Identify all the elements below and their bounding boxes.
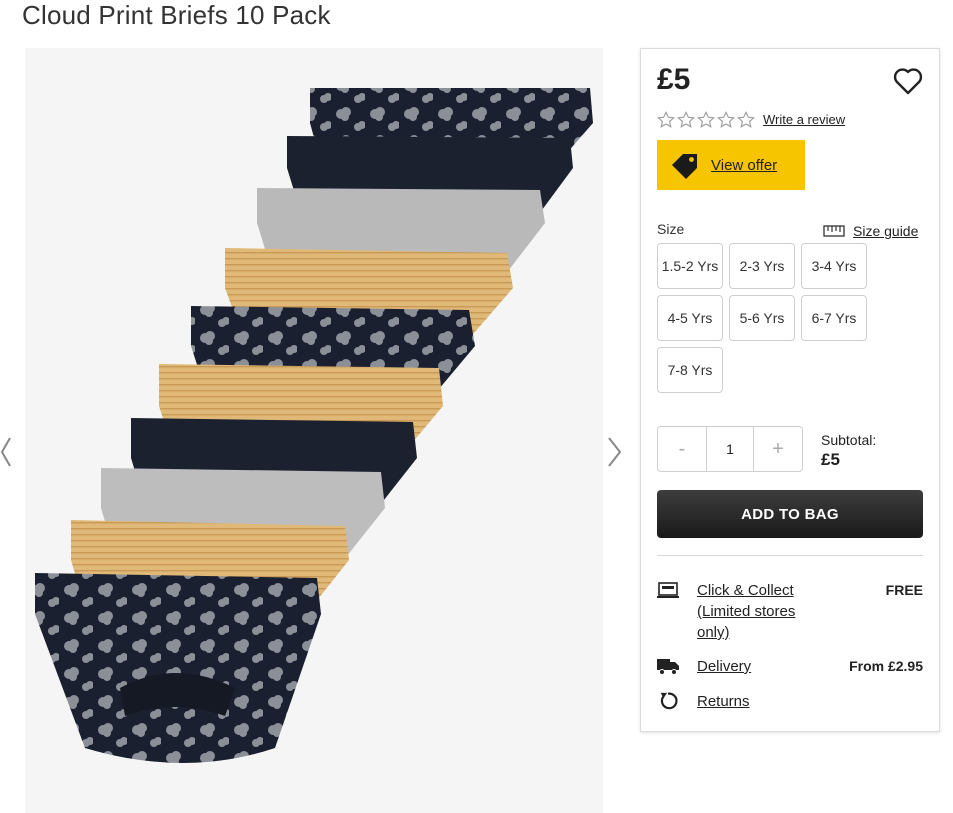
return-icon <box>660 692 678 710</box>
product-price: £5 <box>657 63 691 96</box>
size-option[interactable]: 3-4 Yrs <box>801 243 867 289</box>
product-image <box>25 48 603 813</box>
ruler-icon <box>823 225 845 237</box>
favourite-button[interactable] <box>893 67 923 95</box>
star-rating <box>657 111 755 129</box>
subtotal: Subtotal: £5 <box>821 430 876 470</box>
star-icon <box>717 111 735 128</box>
size-option[interactable]: 1.5-2 Yrs <box>657 243 723 289</box>
divider <box>657 555 923 556</box>
chevron-left-icon <box>0 437 11 467</box>
size-options: 1.5-2 Yrs 2-3 Yrs 3-4 Yrs 4-5 Yrs 5-6 Yr… <box>657 243 877 393</box>
size-option[interactable]: 4-5 Yrs <box>657 295 723 341</box>
size-guide-link[interactable]: Size guide <box>823 223 918 239</box>
purchase-panel: £5 Write a review View offer Size Size g… <box>640 48 940 732</box>
briefs-illustration <box>35 88 593 763</box>
star-icon <box>657 111 675 128</box>
returns-link[interactable]: Returns <box>697 691 750 712</box>
delivery-link[interactable]: Delivery <box>697 656 751 677</box>
delivery-row: Delivery From £2.95 <box>657 656 923 677</box>
chevron-right-icon <box>608 437 622 467</box>
previous-image-button[interactable] <box>0 435 12 469</box>
click-collect-link[interactable]: Click & Collect (Limited stores only) <box>697 580 817 643</box>
star-icon <box>697 111 715 128</box>
view-offer-button[interactable]: View offer <box>657 140 805 190</box>
click-collect-row: Click & Collect (Limited stores only) FR… <box>657 580 923 643</box>
subtotal-amount: £5 <box>821 450 840 469</box>
quantity-stepper: - 1 + <box>657 426 803 472</box>
store-icon <box>657 582 679 598</box>
size-option[interactable]: 6-7 Yrs <box>801 295 867 341</box>
quantity-increase-button[interactable]: + <box>754 427 802 471</box>
add-to-bag-button[interactable]: ADD TO BAG <box>657 490 923 538</box>
returns-row: Returns <box>657 691 923 712</box>
size-label: Size <box>657 221 685 237</box>
delivery-price: From £2.95 <box>849 658 923 674</box>
next-image-button[interactable] <box>604 435 624 469</box>
write-review-link[interactable]: Write a review <box>763 112 845 127</box>
product-title: Cloud Print Briefs 10 Pack <box>22 0 331 30</box>
tag-icon <box>672 154 697 179</box>
size-guide-label: Size guide <box>853 223 919 239</box>
view-offer-label: View offer <box>711 156 778 174</box>
subtotal-label: Subtotal: <box>821 432 877 448</box>
size-option[interactable]: 2-3 Yrs <box>729 243 795 289</box>
quantity-decrease-button[interactable]: - <box>658 427 706 471</box>
click-collect-price: FREE <box>885 582 923 598</box>
star-icon <box>737 111 755 128</box>
truck-icon <box>657 659 679 675</box>
heart-icon <box>893 68 923 95</box>
star-icon <box>677 111 695 128</box>
quantity-input[interactable]: 1 <box>706 427 754 471</box>
size-option[interactable]: 7-8 Yrs <box>657 347 723 393</box>
size-option[interactable]: 5-6 Yrs <box>729 295 795 341</box>
